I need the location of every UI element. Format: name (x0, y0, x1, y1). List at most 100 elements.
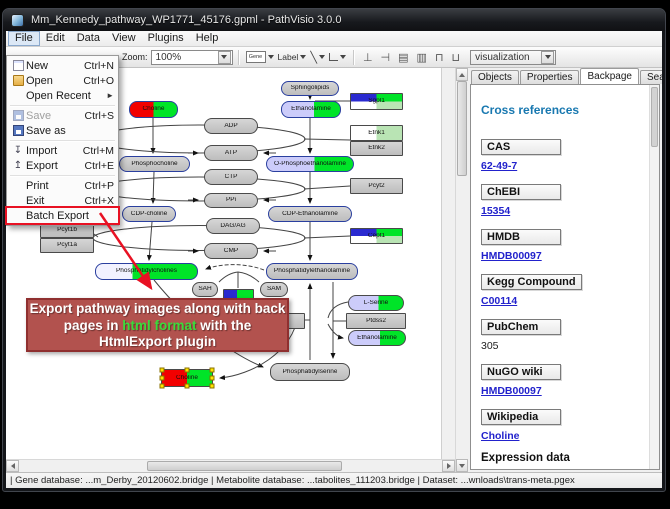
node-label: Ethanolamine (357, 335, 397, 342)
visualization-combobox[interactable]: visualization (470, 50, 556, 65)
xref-link[interactable]: HMDB00097 (481, 250, 542, 262)
pathway-node-phosphocholine[interactable]: Phosphocholine (119, 156, 190, 172)
file-menu-item-open-recent[interactable]: Open Recent► (7, 88, 118, 103)
align-center-vertical-icon[interactable]: ⊣ (381, 51, 391, 64)
shortcut-label: Ctrl+N (78, 60, 114, 72)
horizontal-scroll-thumb[interactable] (147, 461, 342, 471)
xref-link[interactable]: 15354 (481, 205, 510, 217)
pathway-node-phosphatidylethanolamine[interactable]: Phosphatidylethanolamine (266, 263, 358, 280)
pathway-node-l-serine[interactable]: L-Serine (348, 295, 404, 311)
pathway-node-etnk1[interactable]: Etnk1 (350, 125, 403, 141)
match-height-icon[interactable]: ⊔ (452, 51, 461, 64)
file-menu-item-new[interactable]: NewCtrl+N (7, 58, 118, 73)
distribute-rows-icon[interactable]: ▤ (398, 51, 408, 64)
title-bar[interactable]: Mm_Kennedy_pathway_WP1771_45176.gpml - P… (3, 9, 665, 31)
zoom-combobox[interactable]: 100% (151, 50, 233, 65)
pathway-node-phosphatidylcholines[interactable]: Phosphatidylcholines (95, 263, 198, 280)
pathway-node-choline[interactable]: Choline (129, 101, 178, 118)
xref-link[interactable]: C00114 (481, 295, 517, 307)
selection-handle[interactable] (160, 368, 165, 373)
tab-search[interactable]: Search (640, 70, 662, 84)
horizontal-scroll-track[interactable] (19, 460, 442, 472)
pathway-node-cdp-ethanolamine[interactable]: CDP-Ethanolamine (268, 206, 352, 222)
scroll-left-button[interactable] (6, 460, 19, 472)
selection-handle[interactable] (185, 368, 190, 373)
pathway-node-ppi[interactable]: PPi (204, 193, 258, 208)
vertical-scroll-track[interactable] (456, 81, 468, 459)
zoom-dropdown-button[interactable] (218, 51, 231, 64)
submenu-arrow-icon: ► (106, 91, 114, 100)
node-label: Cept1 (368, 233, 385, 240)
pathway-node-pcyt1a[interactable]: Pcyt1a (40, 238, 94, 253)
file-menu-item-save-as[interactable]: Save as (7, 123, 118, 138)
selection-handle[interactable] (160, 384, 165, 389)
selection-handle[interactable] (160, 376, 165, 381)
draw-connector-button[interactable] (327, 49, 348, 66)
panel-scroll-thumb[interactable] (651, 87, 658, 147)
pathway-node-sgpl1[interactable]: Sgpl1 (350, 93, 403, 110)
node-label: SAH (198, 286, 211, 293)
menu-item-edit[interactable]: Edit (40, 31, 71, 46)
file-menu-item-import[interactable]: ↧ImportCtrl+M (7, 143, 118, 158)
file-menu-item-label: Export (26, 160, 79, 172)
selection-handle[interactable] (210, 368, 215, 373)
scroll-right-button[interactable] (442, 460, 455, 472)
pathway-node-phosphatidylserine[interactable]: Phosphatidylserine (270, 363, 350, 381)
add-label-button[interactable]: Label (276, 49, 309, 66)
pathway-node-sam[interactable]: SAM (260, 282, 288, 297)
pathway-node-ethanolamine[interactable]: Ethanolamine (348, 330, 406, 346)
pathway-node-ptdss2[interactable]: Ptdss2 (346, 313, 406, 329)
pathway-node-dag-ag[interactable]: DAG/AG (206, 218, 260, 234)
pathway-node-atp[interactable]: ATP (204, 145, 258, 161)
file-menu-item-exit[interactable]: ExitCtrl+X (7, 193, 118, 208)
scroll-up-button[interactable] (456, 68, 468, 81)
pathway-node-cept1[interactable]: Cept1 (350, 228, 403, 244)
add-datanode-button[interactable]: Gene (244, 49, 276, 66)
node-label: Pcyt1a (57, 242, 77, 249)
annotation-callout: Export pathway images along with backpag… (26, 298, 289, 352)
triangle-up-icon (459, 73, 465, 77)
pathway-node-ctp[interactable]: CTP (204, 169, 258, 185)
vertical-scroll-thumb[interactable] (457, 81, 467, 176)
pathway-node-ethanolamine[interactable]: Ethanolamine (281, 101, 341, 118)
pathway-node-sphingolipids[interactable]: Sphingolipids (281, 81, 339, 96)
tab-backpage[interactable]: Backpage (580, 68, 638, 84)
pathway-node-adp[interactable]: ADP (204, 118, 258, 134)
xref-link[interactable]: Choline (481, 430, 520, 442)
pathway-node-cmp[interactable]: CMP (204, 243, 258, 259)
vertical-scrollbar[interactable] (455, 68, 468, 472)
menu-item-data[interactable]: Data (71, 31, 106, 46)
pathway-node-etnk2[interactable]: Etnk2 (350, 141, 403, 156)
draw-line-button[interactable]: ╲ (308, 49, 327, 66)
menu-item-plugins[interactable]: Plugins (142, 31, 190, 46)
xref-link[interactable]: HMDB00097 (481, 385, 542, 397)
distribute-columns-icon[interactable]: ▥ (417, 51, 427, 64)
file-menu-item-open[interactable]: OpenCtrl+O (7, 73, 118, 88)
panel-scrollbar[interactable] (649, 85, 659, 469)
file-menu-item-print[interactable]: PrintCtrl+P (7, 178, 118, 193)
align-center-horizontal-icon[interactable]: ⊥ (363, 51, 373, 64)
pathway-node-pcyt2[interactable]: Pcyt2 (350, 178, 403, 194)
file-menu-item-save[interactable]: SaveCtrl+S (7, 108, 118, 123)
horizontal-scrollbar[interactable] (6, 459, 455, 472)
triangle-down-icon (459, 464, 465, 468)
callout-text-segment: HtmlExport plugin (99, 334, 216, 349)
tab-objects[interactable]: Objects (471, 70, 519, 84)
pathway-node-o-phosphoethanolamine[interactable]: O-Phosphoethanolamine (266, 156, 354, 172)
menu-item-help[interactable]: Help (190, 31, 225, 46)
visualization-dropdown-button[interactable] (541, 51, 554, 64)
file-menu-item-export[interactable]: ↥ExportCtrl+E (7, 158, 118, 173)
pathway-node-sah[interactable]: SAH (192, 282, 218, 297)
menu-item-file[interactable]: File (8, 31, 40, 46)
xref-link[interactable]: 62-49-7 (481, 160, 517, 172)
menu-item-view[interactable]: View (106, 31, 142, 46)
selection-handle[interactable] (210, 384, 215, 389)
selection-handle[interactable] (210, 376, 215, 381)
match-width-icon[interactable]: ⊓ (435, 51, 444, 64)
file-menu-item-batch-export[interactable]: Batch Export (7, 208, 118, 223)
scroll-down-button[interactable] (456, 459, 468, 472)
selection-handle[interactable] (185, 384, 190, 389)
tab-properties[interactable]: Properties (520, 70, 580, 84)
pathway-node-cdp-choline[interactable]: CDP-choline (122, 206, 176, 222)
pathway-node-choline[interactable]: Choline (161, 369, 213, 387)
